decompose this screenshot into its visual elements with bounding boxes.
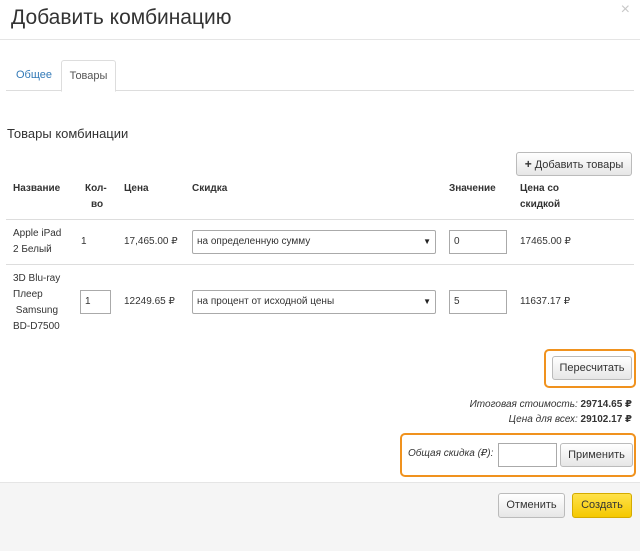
- price-for-all: Цена для всех: 29102.17 ₽: [509, 413, 632, 427]
- col-header-price: Цена: [124, 183, 149, 194]
- add-goods-button[interactable]: + Добавить товары: [516, 152, 632, 176]
- row1-price: 17,465.00 ₽: [124, 236, 178, 247]
- tab-bar: Общее Товары: [6, 60, 634, 92]
- modal-title: Добавить комбинацию: [11, 6, 232, 29]
- add-goods-label: Добавить товары: [534, 159, 624, 171]
- plus-icon: +: [524, 157, 532, 171]
- row1-name-line1: Apple iPad: [13, 228, 62, 239]
- table-divider: [6, 219, 634, 220]
- row2-discount-select-value: на процент от исходной цены: [197, 296, 335, 307]
- total-cost-value: 29714.65 ₽: [580, 399, 632, 410]
- col-header-qty-line1: Кол-: [85, 183, 107, 194]
- col-header-discounted-price-line2: скидкой: [520, 199, 561, 210]
- row2-name-line1: 3D Blu-ray: [13, 273, 61, 284]
- recalculate-button[interactable]: Пересчитать: [552, 356, 632, 380]
- row2-qty-input[interactable]: 1: [80, 290, 111, 314]
- close-icon[interactable]: ×: [621, 2, 630, 18]
- table-divider: [6, 264, 634, 265]
- col-header-qty-line2: во: [91, 199, 104, 210]
- row1-name-line2: 2 Белый: [13, 244, 52, 255]
- tab-products[interactable]: Товары: [61, 60, 116, 92]
- row1-qty: 1: [81, 236, 87, 247]
- total-cost-label: Итоговая стоимость:: [469, 399, 578, 410]
- row2-discounted-price: 11637.17 ₽: [520, 296, 571, 307]
- row1-discounted-price: 17465.00 ₽: [520, 236, 571, 247]
- modal-footer: Отменить Создать: [0, 482, 640, 551]
- general-discount-input[interactable]: [498, 443, 557, 467]
- row1-value-input[interactable]: 0: [449, 230, 507, 254]
- row2-price: 12249.65 ₽: [124, 296, 175, 307]
- apply-button[interactable]: Применить: [560, 443, 633, 467]
- row1-discount-select[interactable]: на определенную сумму ▼: [192, 230, 436, 254]
- row2-name-line4: BD-D7500: [13, 321, 60, 332]
- total-cost: Итоговая стоимость: 29714.65 ₽: [470, 398, 632, 412]
- tab-general[interactable]: Общее: [6, 60, 62, 91]
- col-header-discounted-price-line1: Цена со: [520, 183, 560, 194]
- chevron-down-icon: ▼: [423, 297, 431, 306]
- row2-name-line3: Samsung: [13, 305, 59, 316]
- row1-discount-select-value: на определенную сумму: [197, 236, 311, 247]
- row2-value-input[interactable]: 5: [449, 290, 507, 314]
- cancel-button[interactable]: Отменить: [498, 493, 565, 518]
- price-for-all-value: 29102.17 ₽: [580, 414, 632, 425]
- general-discount-label: Общая скидка (₽):: [408, 448, 494, 459]
- create-button[interactable]: Создать: [572, 493, 632, 518]
- col-header-value: Значение: [449, 183, 496, 194]
- chevron-down-icon: ▼: [423, 237, 431, 246]
- col-header-discount: Скидка: [192, 183, 228, 194]
- price-for-all-label: Цена для всех:: [508, 414, 578, 425]
- modal-header: Добавить комбинацию ×: [0, 0, 640, 40]
- col-header-name: Название: [13, 183, 61, 194]
- row2-discount-select[interactable]: на процент от исходной цены ▼: [192, 290, 436, 314]
- row2-name-line2: Плеер: [13, 289, 43, 300]
- section-title: Товары комбинации: [7, 126, 129, 141]
